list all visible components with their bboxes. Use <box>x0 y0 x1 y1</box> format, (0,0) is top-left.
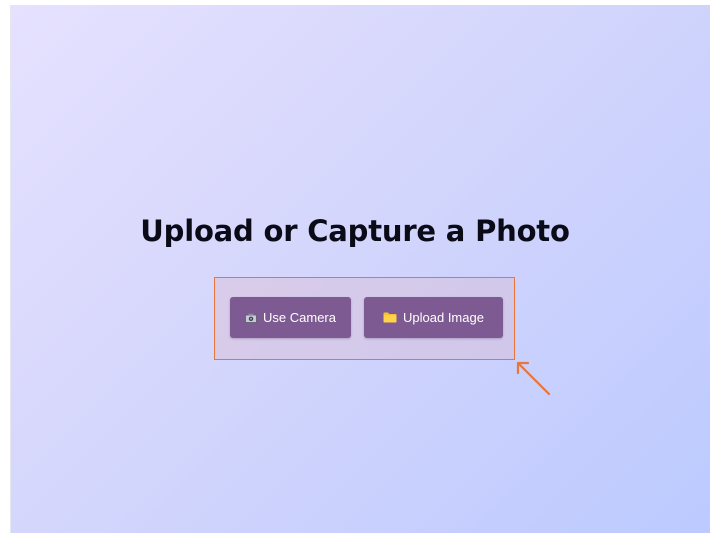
page-title: Upload or Capture a Photo <box>140 214 570 248</box>
upload-image-label: Upload Image <box>403 310 484 325</box>
page-background <box>10 5 710 533</box>
camera-icon <box>245 313 257 323</box>
use-camera-button[interactable]: Use Camera <box>230 297 351 338</box>
pointer-arrow-icon <box>516 361 551 396</box>
use-camera-label: Use Camera <box>263 310 336 325</box>
upload-image-button[interactable]: Upload Image <box>364 297 503 338</box>
folder-icon <box>383 312 397 323</box>
